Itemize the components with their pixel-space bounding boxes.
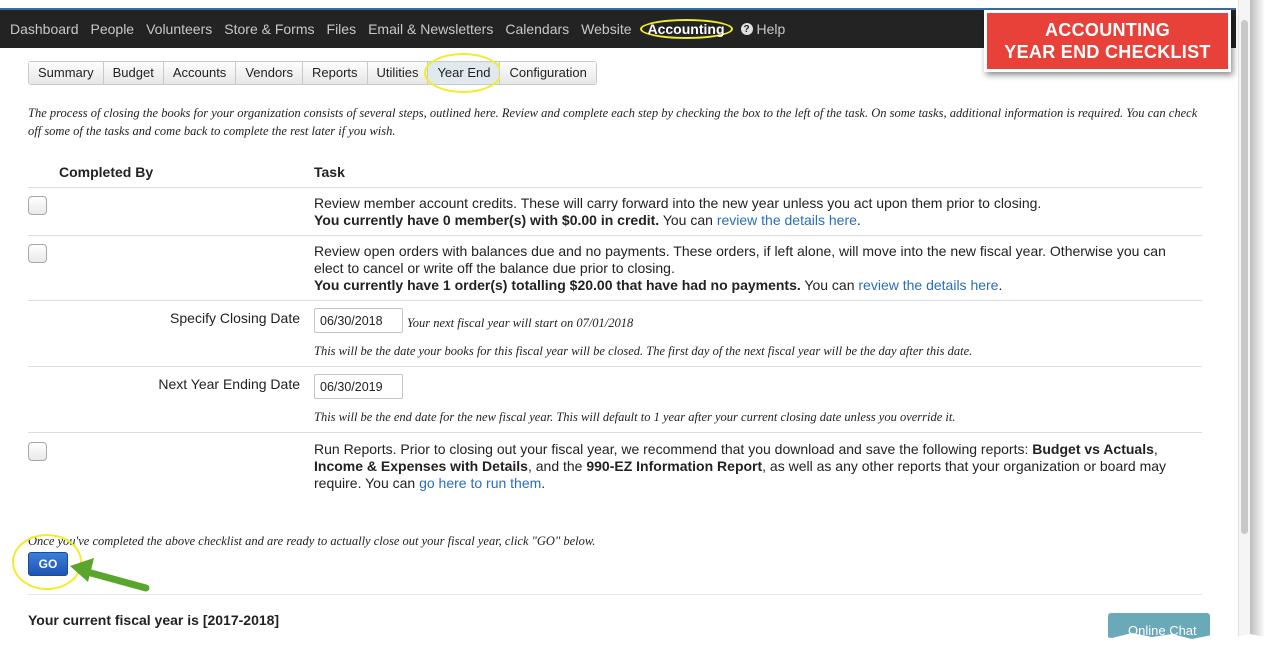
task-orders-post: . <box>998 277 1003 293</box>
tab-budget[interactable]: Budget <box>103 62 164 84</box>
report-990ez: 990-EZ Information Report <box>586 458 763 474</box>
closing-date-label: Specify Closing Date <box>170 310 300 326</box>
next-year-input[interactable] <box>314 374 403 399</box>
tab-configuration[interactable]: Configuration <box>500 62 596 84</box>
accounting-tabs: Summary Budget Accounts Vendors Reports … <box>28 53 597 93</box>
task-orders-prelink: You can <box>800 277 859 293</box>
checkbox-orders[interactable] <box>28 244 47 263</box>
callout-line-1: ACCOUNTING <box>1045 20 1170 40</box>
report-income-expenses: Income & Expenses with Details <box>314 458 528 474</box>
closing-date-input[interactable] <box>314 308 403 333</box>
nav-store-forms[interactable]: Store & Forms <box>218 21 320 37</box>
checklist-header: Completed By Task <box>28 160 1202 188</box>
nav-help-label: Help <box>756 21 786 37</box>
task-credits-post: . <box>856 212 861 228</box>
tab-summary[interactable]: Summary <box>29 62 104 84</box>
checklist-row-reports: Run Reports. Prior to closing out your f… <box>28 433 1202 499</box>
credits-details-link[interactable]: review the details here <box>717 212 857 228</box>
nav-calendars[interactable]: Calendars <box>499 21 575 37</box>
col-completed-by: Completed By <box>59 164 154 180</box>
nav-volunteers[interactable]: Volunteers <box>140 21 218 37</box>
row-next-year-end: Next Year Ending Date This will be the e… <box>28 367 1202 433</box>
task-orders-text: Review open orders with balances due and… <box>314 243 1166 276</box>
nav-email-newsletters[interactable]: Email & Newsletters <box>362 21 499 37</box>
go-instructions: Once you've completed the above checklis… <box>28 534 596 548</box>
nav-help[interactable]: ? Help <box>735 21 786 37</box>
next-year-note: This will be the end date for the new fi… <box>314 410 956 424</box>
closing-inline-note: Your next fiscal year will start on 07/0… <box>407 316 634 330</box>
tab-year-end[interactable]: Year End <box>424 53 503 93</box>
current-fiscal-year: Your current fiscal year is [2017-2018] <box>28 612 280 628</box>
task-orders: Review open orders with balances due and… <box>314 243 1199 294</box>
task-reports: Run Reports. Prior to closing out your f… <box>314 441 1199 492</box>
closing-note: This will be the date your books for thi… <box>314 344 973 358</box>
task-reports-post: . <box>541 475 546 491</box>
row-closing-date: Specify Closing Date Your next fiscal ye… <box>28 301 1202 367</box>
question-icon: ? <box>740 23 753 35</box>
tab-year-end-label: Year End <box>437 65 491 80</box>
scrollbar-thumb[interactable] <box>1241 20 1248 534</box>
task-credits-summary: You currently have 0 member(s) with $0.0… <box>314 212 660 228</box>
checkbox-credits[interactable] <box>28 196 47 215</box>
nav-accounting[interactable]: Accounting <box>639 19 733 39</box>
task-reports-pre: Run Reports. Prior to closing out your f… <box>314 441 1033 457</box>
nav-files[interactable]: Files <box>321 21 363 37</box>
orders-details-link[interactable]: review the details here <box>858 277 998 293</box>
tab-utilities[interactable]: Utilities <box>367 62 429 84</box>
callout-line-2: YEAR END CHECKLIST <box>1004 42 1211 62</box>
run-reports-link[interactable]: go here to run them <box>419 475 541 491</box>
title-callout: ACCOUNTING YEAR END CHECKLIST <box>984 10 1231 72</box>
edge-shadow <box>1250 0 1265 650</box>
nav-people[interactable]: People <box>85 21 141 37</box>
torn-edge <box>0 633 1265 650</box>
vertical-scrollbar[interactable] <box>1238 0 1250 650</box>
tab-reports[interactable]: Reports <box>303 62 368 84</box>
intro-text: The process of closing the books for you… <box>28 106 1198 138</box>
nav-website[interactable]: Website <box>575 21 637 37</box>
task-credits: Review member account credits. These wil… <box>314 195 1199 229</box>
online-chat-button[interactable]: Online Chat <box>1108 613 1210 645</box>
checkbox-reports[interactable] <box>28 442 47 461</box>
task-reports-sep1: , <box>1153 441 1158 457</box>
task-credits-text: Review member account credits. These wil… <box>314 195 1042 211</box>
section-divider <box>28 594 1202 595</box>
next-year-label: Next Year Ending Date <box>158 376 300 392</box>
col-task: Task <box>314 164 345 180</box>
tab-accounts[interactable]: Accounts <box>163 62 237 84</box>
green-arrow-icon <box>70 558 150 592</box>
task-orders-summary: You currently have 1 order(s) totalling … <box>314 277 801 293</box>
go-button[interactable]: GO <box>28 552 68 576</box>
checklist-row-credits: Review member account credits. These wil… <box>28 188 1202 236</box>
task-reports-sep2: , and the <box>527 458 587 474</box>
nav-dashboard[interactable]: Dashboard <box>4 21 85 37</box>
report-budget-actuals: Budget vs Actuals <box>1032 441 1154 457</box>
task-credits-prelink: You can <box>659 212 717 228</box>
tab-vendors[interactable]: Vendors <box>236 62 304 84</box>
checklist-row-orders: Review open orders with balances due and… <box>28 236 1202 301</box>
